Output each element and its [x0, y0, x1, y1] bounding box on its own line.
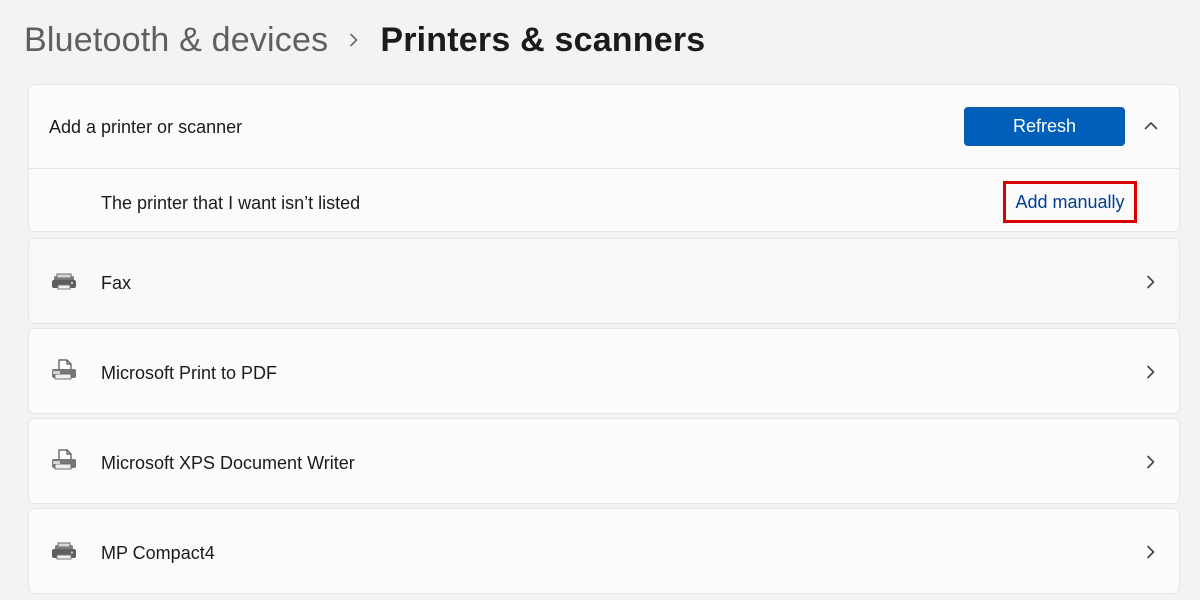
manual-printer-row: The printer that I want isn’t listed Add… — [29, 169, 1179, 231]
add-manually-link[interactable]: Add manually — [1015, 192, 1124, 213]
chevron-up-icon[interactable] — [1137, 112, 1165, 140]
page-title: Printers & scanners — [380, 20, 706, 59]
chevron-right-icon[interactable] — [1139, 360, 1163, 384]
breadcrumb: Bluetooth & devices Printers & scanners — [24, 14, 705, 66]
fax-printer-icon — [49, 269, 79, 293]
add-printer-panel: Add a printer or scanner Refresh The pri… — [28, 84, 1180, 232]
device-label-fax: Fax — [101, 273, 132, 293]
device-card-mp-compact4[interactable]: MP Compact4 — [28, 508, 1180, 594]
refresh-button[interactable]: Refresh — [964, 107, 1125, 146]
printer-icon — [49, 539, 79, 563]
manual-printer-label: The printer that I want isn’t listed — [101, 193, 361, 213]
add-printer-label: Add a printer or scanner — [49, 117, 243, 137]
device-label-microsoft-print-to-pdf: Microsoft Print to PDF — [101, 363, 278, 383]
chevron-right-icon[interactable] — [1139, 450, 1163, 474]
chevron-right-icon[interactable] — [1139, 270, 1163, 294]
add-manually-highlight: Add manually — [1003, 181, 1137, 223]
chevron-right-icon[interactable] — [1139, 540, 1163, 564]
device-card-microsoft-xps-document-writer[interactable]: Microsoft XPS Document Writer — [28, 418, 1180, 504]
device-label-microsoft-xps-document-writer: Microsoft XPS Document Writer — [101, 453, 355, 473]
document-printer-icon — [49, 449, 79, 473]
add-printer-header: Add a printer or scanner Refresh — [29, 85, 1179, 169]
device-label-mp-compact4: MP Compact4 — [101, 543, 215, 563]
device-card-fax[interactable]: Fax — [28, 238, 1180, 324]
device-card-microsoft-print-to-pdf[interactable]: Microsoft Print to PDF — [28, 328, 1180, 414]
breadcrumb-bluetooth-devices[interactable]: Bluetooth & devices — [24, 21, 328, 60]
document-printer-icon — [49, 359, 79, 383]
chevron-right-icon — [328, 31, 380, 49]
